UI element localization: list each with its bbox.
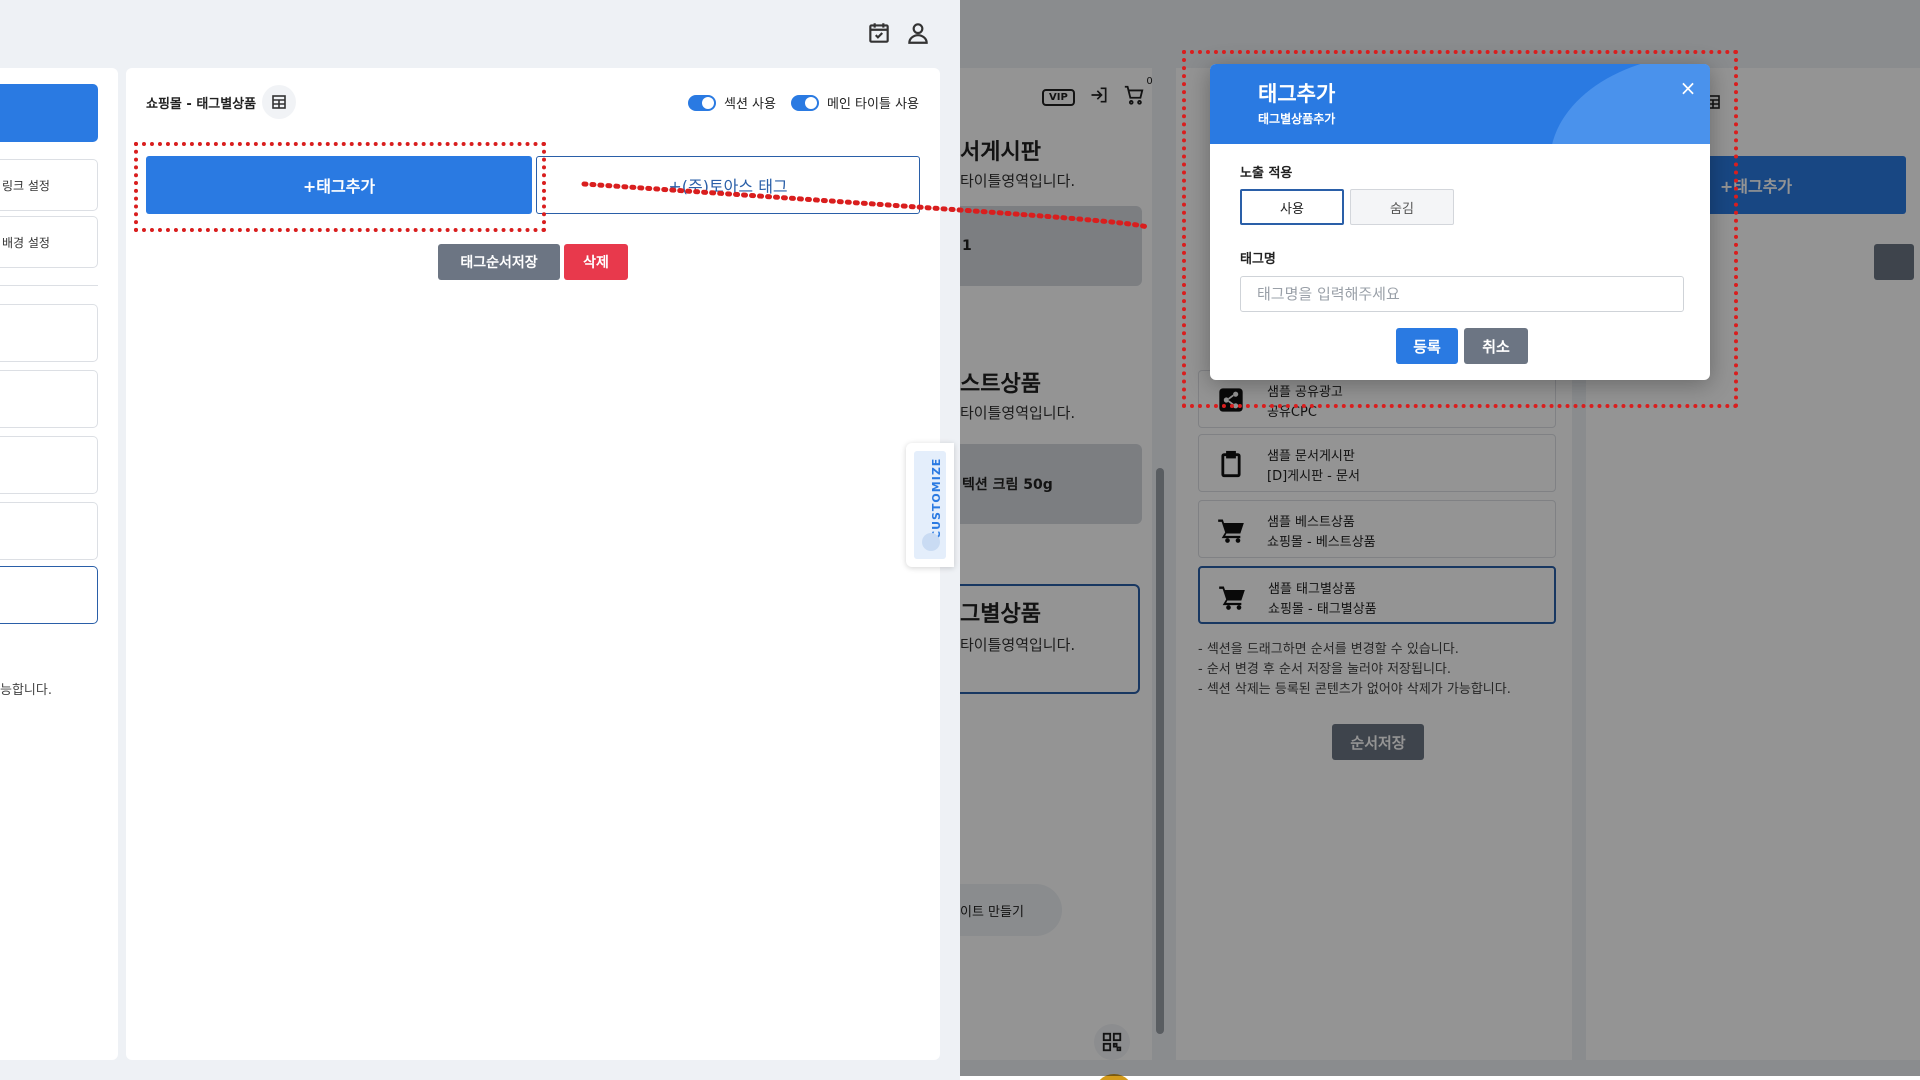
highlight-box xyxy=(134,142,546,232)
toggle-switch[interactable] xyxy=(791,94,819,111)
sidebar-item-link-setting[interactable]: 링크 설정 xyxy=(0,159,98,211)
section-item[interactable] xyxy=(0,370,98,428)
customize-dot-icon xyxy=(922,533,940,551)
toggle-label: 메인 타이틀 사용 xyxy=(827,97,919,112)
toggle-label: 섹션 사용 xyxy=(724,97,776,112)
toggle-switch[interactable] xyxy=(688,94,716,111)
section-item[interactable] xyxy=(0,304,98,362)
sidebar-item-background-setting[interactable]: 배경 설정 xyxy=(0,216,98,268)
calendar-check-icon[interactable] xyxy=(866,20,892,46)
section-use-toggle[interactable]: 섹션 사용 xyxy=(688,93,776,112)
tag-order-save-button[interactable]: 태그순서저장 xyxy=(438,244,560,280)
tag-item-button[interactable]: +(주)토아스 태그 xyxy=(536,156,920,214)
customize-label: CUSTOMIZE xyxy=(930,457,943,539)
customize-tab[interactable]: CUSTOMIZE xyxy=(906,443,954,567)
panel-title: 쇼핑몰 - 태그별상품 xyxy=(146,97,257,112)
highlight-box xyxy=(1182,50,1738,408)
delete-button[interactable]: 삭제 xyxy=(564,244,628,280)
section-add-button[interactable] xyxy=(0,84,98,142)
customize-inner: CUSTOMIZE xyxy=(914,451,946,559)
grid-icon[interactable] xyxy=(262,85,296,119)
section-item-active[interactable] xyxy=(0,566,98,624)
divider xyxy=(0,285,98,286)
left-pane: 링크 설정 배경 설정 능합니다. 쇼핑몰 - 태그별상품 섹션 사용 메인 타… xyxy=(0,0,960,1080)
main-title-use-toggle[interactable]: 메인 타이틀 사용 xyxy=(791,93,919,112)
sidebar-item-label: 링크 설정 xyxy=(2,178,50,193)
right-pane: VIP 0 서게시판 타이틀영역입니다. 1 스트상품 타이틀영역입니다. 텍션… xyxy=(960,0,1920,1080)
sidebar-item-label: 배경 설정 xyxy=(2,235,50,250)
section-note: 능합니다. xyxy=(0,683,52,698)
user-icon[interactable] xyxy=(905,20,931,46)
section-list-card: 링크 설정 배경 설정 능합니다. xyxy=(0,68,118,1060)
section-item[interactable] xyxy=(0,502,98,560)
section-item[interactable] xyxy=(0,436,98,494)
